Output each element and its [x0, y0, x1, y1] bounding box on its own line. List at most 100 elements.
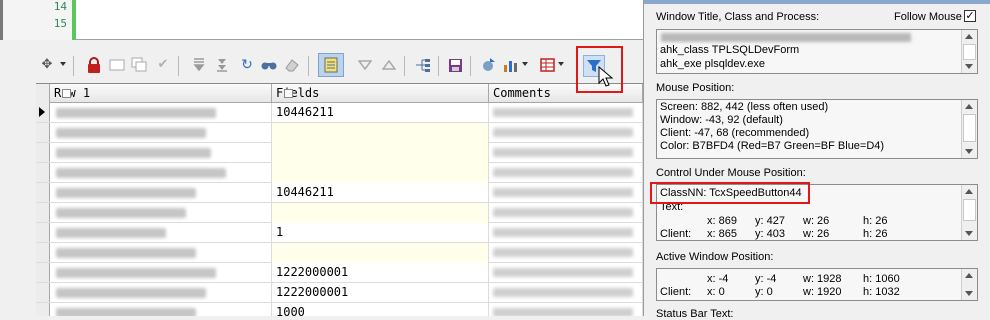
sql-editor[interactable]: 14 15: [0, 0, 643, 40]
scroll-up-icon[interactable]: [965, 273, 973, 278]
table-row[interactable]: [36, 123, 643, 143]
control-client-h: h: 26: [863, 228, 888, 240]
comments-cell[interactable]: [489, 123, 643, 143]
scroll-up-icon[interactable]: [965, 104, 973, 109]
row1-cell[interactable]: [50, 223, 272, 243]
clear-icon[interactable]: [108, 56, 126, 74]
comments-cell[interactable]: [489, 183, 643, 203]
redacted-text: [56, 148, 211, 158]
title-info-box[interactable]: ahk_class TPLSQLDevForm ahk_exe plsqldev…: [656, 29, 978, 74]
scrollbar[interactable]: [961, 100, 977, 158]
scroll-down-icon[interactable]: [965, 64, 973, 69]
lock-icon[interactable]: [85, 56, 103, 74]
fields-cell[interactable]: [272, 143, 489, 163]
toolbar-separator: [178, 56, 179, 76]
line-number: 14: [53, 0, 67, 13]
duplicate-icon[interactable]: [130, 56, 148, 74]
table-row[interactable]: 10446211: [36, 103, 643, 123]
fields-cell[interactable]: [272, 243, 489, 263]
chevron-down-icon[interactable]: [522, 62, 528, 66]
refresh-icon[interactable]: ↻: [238, 56, 256, 74]
table-row[interactable]: [36, 243, 643, 263]
next-record-icon[interactable]: [190, 56, 208, 74]
scrollbar[interactable]: [961, 30, 977, 73]
scroll-down-icon[interactable]: [965, 291, 973, 296]
title-line: ahk_class TPLSQLDevForm: [660, 44, 800, 56]
comments-cell[interactable]: [489, 283, 643, 303]
active-client-x: x: 0: [707, 286, 725, 298]
find-icon[interactable]: [260, 56, 278, 74]
row1-cell[interactable]: [50, 183, 272, 203]
chart-icon[interactable]: [502, 56, 520, 74]
comments-cell[interactable]: [489, 203, 643, 223]
post-icon[interactable]: ✔: [154, 56, 172, 74]
comments-cell[interactable]: [489, 303, 643, 316]
column-header-row1[interactable]: Row 1: [50, 84, 272, 103]
comments-cell[interactable]: [489, 223, 643, 243]
fields-cell[interactable]: 1222000001: [272, 263, 489, 283]
fields-cell[interactable]: [272, 163, 489, 183]
comments-cell[interactable]: [489, 243, 643, 263]
table-row[interactable]: 1: [36, 223, 643, 243]
column-sort-box[interactable]: [284, 89, 293, 98]
table-row[interactable]: 1000: [36, 303, 643, 316]
mouse-info-box[interactable]: Screen: 882, 442 (less often used) Windo…: [656, 99, 978, 159]
comments-cell[interactable]: [489, 143, 643, 163]
scroll-down-icon[interactable]: [965, 231, 973, 236]
comments-cell[interactable]: [489, 163, 643, 183]
scroll-up-icon[interactable]: [965, 34, 973, 39]
row1-cell[interactable]: [50, 283, 272, 303]
row1-cell[interactable]: [50, 263, 272, 283]
table-icon[interactable]: [538, 56, 556, 74]
table-row[interactable]: [36, 163, 643, 183]
table-row[interactable]: [36, 143, 643, 163]
save-icon[interactable]: [446, 56, 464, 74]
row1-cell[interactable]: [50, 163, 272, 183]
grid-options-icon[interactable]: ✥: [38, 56, 56, 74]
query-by-example-icon[interactable]: [414, 56, 432, 74]
active-window-box[interactable]: x: -4 y: -4 w: 1928 h: 1060 Client: x: 0…: [656, 268, 978, 301]
table-row[interactable]: [36, 203, 643, 223]
next-icon[interactable]: [380, 56, 398, 74]
scrollbar[interactable]: [961, 185, 977, 240]
comments-cell[interactable]: [489, 103, 643, 123]
fields-cell[interactable]: 1: [272, 223, 489, 243]
column-header-fields[interactable]: Fields: [272, 84, 489, 103]
column-sort-box[interactable]: [62, 89, 71, 98]
scroll-thumb[interactable]: [963, 44, 976, 60]
chevron-down-icon[interactable]: [60, 62, 66, 66]
scroll-thumb[interactable]: [963, 199, 976, 221]
mouse-section-label: Mouse Position:: [656, 82, 735, 94]
row1-cell[interactable]: [50, 303, 272, 316]
redacted-text: [56, 128, 206, 138]
chevron-down-icon[interactable]: [558, 62, 564, 66]
row1-cell[interactable]: [50, 103, 272, 123]
last-record-icon[interactable]: [213, 56, 231, 74]
previous-icon[interactable]: [356, 56, 374, 74]
row1-cell[interactable]: [50, 143, 272, 163]
row1-cell[interactable]: [50, 123, 272, 143]
single-record-view-button[interactable]: [318, 53, 344, 77]
row1-cell[interactable]: [50, 203, 272, 223]
fields-cell[interactable]: [272, 203, 489, 223]
scroll-down-icon[interactable]: [965, 149, 973, 154]
fields-cell[interactable]: 10446211: [272, 103, 489, 123]
table-row[interactable]: 1222000001: [36, 283, 643, 303]
scroll-up-icon[interactable]: [965, 189, 973, 194]
row1-cell[interactable]: [50, 243, 272, 263]
fields-cell[interactable]: 1222000001: [272, 283, 489, 303]
scrollbar[interactable]: [961, 269, 977, 300]
fields-cell[interactable]: 10446211: [272, 183, 489, 203]
control-y: y: 427: [755, 215, 785, 227]
table-row[interactable]: 1222000001: [36, 263, 643, 283]
fields-cell[interactable]: [272, 123, 489, 143]
comments-cell[interactable]: [489, 263, 643, 283]
follow-mouse-checkbox[interactable]: ✓: [964, 10, 976, 22]
redacted-text: [493, 268, 633, 277]
scroll-thumb[interactable]: [963, 114, 976, 142]
fields-cell[interactable]: 1000: [272, 303, 489, 316]
eraser-icon[interactable]: [283, 56, 301, 74]
table-row[interactable]: 10446211: [36, 183, 643, 203]
change-marker: [72, 0, 76, 40]
export-icon[interactable]: [480, 56, 498, 74]
